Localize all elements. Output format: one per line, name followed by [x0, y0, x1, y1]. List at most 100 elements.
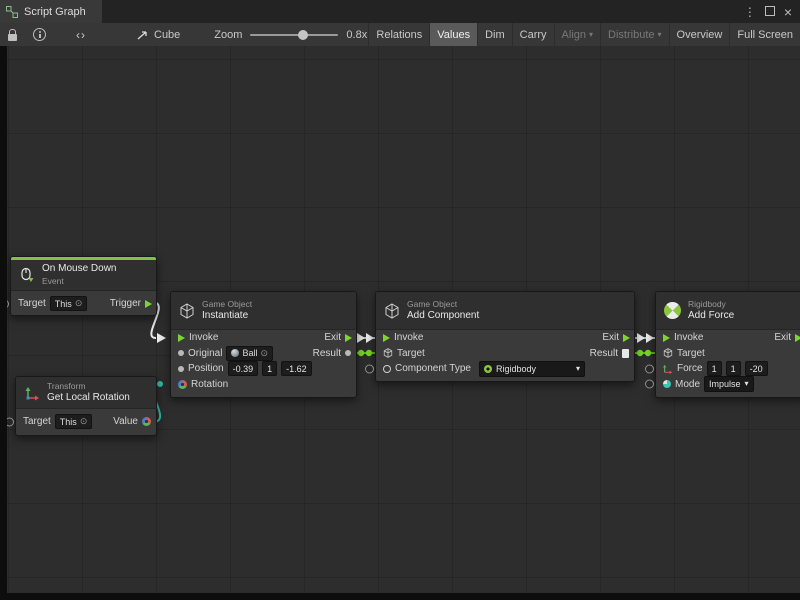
graph-canvas[interactable]: On Mouse Down Event Target This ⊙ Trigge…	[0, 46, 800, 600]
close-icon[interactable]: ×	[784, 5, 792, 19]
lock-icon[interactable]	[8, 23, 17, 46]
graph-toolbar: ‹› Cube Zoom 0.8x Relations Values Dim C…	[0, 23, 800, 47]
canvas-bottom-edge	[0, 593, 800, 600]
exit-label: Exit	[602, 332, 619, 343]
flow-row: Invoke Exit	[656, 330, 800, 346]
force-mode-icon	[663, 380, 671, 388]
force-y-field[interactable]: 1	[726, 361, 741, 376]
result-output-port[interactable]	[345, 350, 351, 356]
mode-dropdown[interactable]: Impulse ▾	[704, 376, 754, 392]
flow-row: Invoke Exit	[376, 330, 634, 346]
node-category: Game Object	[202, 299, 252, 310]
position-x-field[interactable]: -0.39	[228, 361, 259, 376]
rigidbody-icon	[664, 302, 681, 319]
node-category: Rigidbody	[688, 299, 734, 310]
position-input-port[interactable]	[178, 366, 184, 372]
node-category: Transform	[47, 381, 130, 392]
port-row: Target	[656, 346, 800, 362]
relations-button[interactable]: Relations	[368, 23, 429, 46]
type-port-icon[interactable]	[383, 365, 391, 373]
target-object-chip[interactable]: This ⊙	[50, 296, 88, 311]
port-row: Rotation	[171, 377, 356, 393]
zoom-slider-thumb[interactable]	[298, 30, 308, 40]
target-label: Target	[677, 348, 705, 359]
node-header: Game Object Instantiate	[171, 292, 356, 330]
component-type-dropdown[interactable]: Rigidbody ▾	[479, 361, 585, 377]
trigger-output-port[interactable]	[145, 300, 152, 308]
invoke-label: Invoke	[394, 332, 423, 343]
mode-input-port[interactable]	[645, 380, 654, 389]
zoom-control: Zoom 0.8x	[214, 29, 367, 41]
distribute-button[interactable]: Distribute ▾	[600, 23, 668, 46]
gameobject-cube-icon	[384, 303, 400, 319]
overview-button[interactable]: Overview	[669, 23, 730, 46]
exit-output-port[interactable]	[345, 334, 352, 342]
script-graph-icon	[6, 6, 18, 18]
tab-script-graph[interactable]: Script Graph	[0, 0, 102, 23]
exit-output-port[interactable]	[795, 334, 800, 342]
gameobject-cube-icon	[179, 303, 195, 319]
menu-kebab-icon[interactable]: ⋮	[744, 6, 756, 18]
maximize-icon[interactable]	[765, 3, 775, 21]
fullscreen-button[interactable]: Full Screen	[729, 23, 800, 46]
node-on-mouse-down[interactable]: On Mouse Down Event Target This ⊙ Trigge…	[10, 256, 157, 316]
invoke-input-port[interactable]	[383, 334, 390, 342]
distribute-label: Distribute	[608, 29, 654, 41]
graph-target-label: Cube	[154, 29, 180, 41]
rigidbody-gear-icon	[484, 365, 492, 373]
zoom-label: Zoom	[214, 29, 242, 41]
target-object-chip[interactable]: This ⊙	[55, 414, 93, 429]
caret-down-icon: ▾	[589, 31, 593, 39]
invoke-input-port[interactable]	[178, 334, 185, 342]
invoke-input-port[interactable]	[663, 334, 670, 342]
exit-output-port[interactable]	[623, 334, 630, 342]
object-picker-icon[interactable]: ⊙	[80, 417, 88, 426]
tab-label: Script Graph	[24, 6, 86, 18]
result-label: Result	[590, 348, 618, 359]
node-title: Instantiate	[202, 310, 252, 323]
dim-button[interactable]: Dim	[477, 23, 512, 46]
node-header: Game Object Add Component	[376, 292, 634, 330]
object-picker-icon[interactable]: ⊙	[260, 349, 268, 358]
exit-label: Exit	[774, 332, 791, 343]
transform-icon	[24, 385, 40, 401]
zoom-slider[interactable]	[250, 34, 338, 36]
quaternion-output-port[interactable]	[142, 417, 151, 426]
align-button[interactable]: Align ▾	[554, 23, 600, 46]
force-label: Force	[677, 363, 703, 374]
mode-label: Mode	[675, 379, 700, 390]
invoke-label: Invoke	[674, 332, 703, 343]
target-label: Target	[18, 298, 46, 309]
position-y-field[interactable]: 1	[262, 361, 277, 376]
info-icon[interactable]	[33, 23, 46, 46]
node-instantiate[interactable]: Game Object Instantiate Invoke Exit Orig…	[170, 291, 357, 398]
align-label: Align	[562, 29, 586, 41]
component-type-input-port[interactable]	[365, 364, 374, 373]
force-input-port[interactable]	[645, 364, 654, 373]
graph-target[interactable]: Cube	[136, 29, 180, 41]
position-z-field[interactable]: -1.62	[281, 361, 312, 376]
caret-down-icon: ▾	[658, 31, 662, 39]
original-label: Original	[188, 348, 222, 359]
original-input-port[interactable]	[178, 350, 184, 356]
target-gameobject-icon[interactable]	[663, 348, 673, 358]
node-add-component[interactable]: Game Object Add Component Invoke Exit Ta…	[375, 291, 635, 382]
rotation-input-port[interactable]	[178, 380, 187, 389]
force-x-field[interactable]: 1	[707, 361, 722, 376]
original-object-chip[interactable]: Ball ⊙	[226, 346, 273, 361]
node-add-force[interactable]: Rigidbody Add Force Invoke Exit Target	[655, 291, 800, 398]
code-view-icon[interactable]: ‹›	[76, 23, 86, 46]
script-graph-window: Script Graph ⋮ × ‹› Cube Zoom 0.8x Relat…	[0, 0, 800, 600]
values-button[interactable]: Values	[429, 23, 477, 46]
port-row: Target This ⊙ Trigger	[11, 291, 156, 316]
titlebar-controls: ⋮ ×	[744, 0, 800, 23]
result-output-port[interactable]	[622, 349, 629, 358]
target-chip-value: This	[55, 299, 72, 309]
object-picker-icon[interactable]: ⊙	[75, 299, 83, 308]
target-chip-value: This	[60, 417, 77, 427]
force-z-field[interactable]: -20	[745, 361, 768, 376]
node-get-local-rotation[interactable]: Transform Get Local Rotation Target This…	[15, 376, 157, 436]
port-row: Position -0.39 1 -1.62	[171, 361, 356, 377]
target-gameobject-icon[interactable]	[383, 348, 393, 358]
carry-button[interactable]: Carry	[512, 23, 554, 46]
